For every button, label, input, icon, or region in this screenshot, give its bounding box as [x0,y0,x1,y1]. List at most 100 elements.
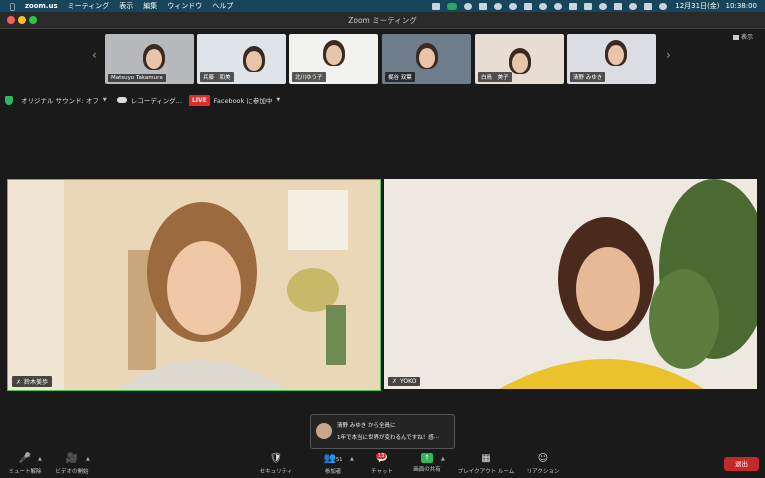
share-screen-icon: ↑ [421,453,433,463]
participant-face [326,45,342,65]
menu-extras: 12月31日(金) 10:38:00 [425,0,757,12]
start-video-label: ビデオの開始 [55,469,89,475]
input-source-icon[interactable] [569,2,578,10]
facebook-live-status[interactable]: Facebook に参加中 [214,95,273,105]
menu-date[interactable]: 12月31日(金) [675,1,719,11]
menu-edit[interactable]: 編集 [143,1,157,11]
play-icon[interactable] [539,2,548,10]
smiley-icon: ☺ [537,453,549,464]
menu-time[interactable]: 10:38:00 [726,2,757,10]
view-label: 表示 [741,34,754,41]
participants-options-caret[interactable]: ▲ [350,456,354,462]
menu-help[interactable]: ヘルプ [212,1,233,11]
breakout-rooms-icon: ▦ [481,453,491,464]
gallery-prev-button[interactable]: ‹ [92,48,97,62]
participant-tile[interactable]: 北川ゆう子 [289,34,378,84]
avatar [316,423,332,439]
participant-name: 鈴木美歩 [24,379,49,386]
participant-name: YOKO [400,378,417,385]
participants-button[interactable]: 👥51 参加者 [316,453,350,475]
participant-face [419,48,435,68]
chevron-up-icon: ▲ [38,456,42,462]
eject-icon[interactable] [614,2,623,10]
mic-off-icon: ✗ [392,378,398,385]
participant-name: 清野 みゆき [570,72,606,82]
participant-tile[interactable]: 白鳥 美子 [475,34,564,84]
live-badge: LIVE [188,94,210,106]
view-button[interactable]: 表示 [733,32,753,41]
window-title-bar: Zoom ミーティング [0,12,765,29]
breakout-rooms-button[interactable]: ▦ ブレイクアウト ルーム [453,453,519,475]
record-icon[interactable] [494,2,503,10]
participant-name: 北川ゆう子 [292,72,326,82]
breakout-rooms-label: ブレイクアウト ルーム [457,469,515,475]
participant-tile[interactable]: 梶谷 双葉 [382,34,471,84]
participant-face [146,49,162,69]
shield-icon[interactable] [5,95,13,105]
meeting-toolbar: 🎤 ミュート解除 ▲ 🎥 ビデオの開始 ▲ 🛡 セキュリティ 👥51 参加者 ▲… [0,450,765,478]
wifi-icon[interactable] [599,2,608,10]
reactions-button[interactable]: ☺ リアクション [523,453,563,475]
chat-unread-badge: 13 [376,453,387,459]
chevron-down-icon[interactable]: ▼ [103,97,107,103]
video-scene [8,180,380,390]
bluetooth-icon[interactable] [554,2,563,10]
chevron-up-icon: ▲ [441,456,445,462]
reactions-label: リアクション [526,469,560,475]
clipboard-icon[interactable] [524,2,533,10]
mac-menu-bar:  zoom.us ミーティング 表示 編集 ウィンドウ ヘルプ 12月31日(… [0,0,765,12]
battery-icon[interactable] [584,2,593,10]
chat-message-preview: 1年で本当に世界が変わるんですね！感··· [337,435,439,441]
mic-off-icon: ✗ [16,379,22,386]
chat-button[interactable]: 💬 13 チャット [366,453,398,475]
chevron-down-icon[interactable]: ▼ [276,97,280,103]
audio-options-caret[interactable]: ▲ [38,456,42,462]
zoom-status-icon[interactable] [447,2,458,10]
participant-tile[interactable]: 兵藤 和美 [197,34,286,84]
chevron-up-icon: ▲ [86,456,90,462]
menu-view[interactable]: 表示 [119,1,133,11]
control-center-icon[interactable] [644,2,653,10]
cloud-recording-icon [116,97,127,103]
video-tile-active-speaker[interactable]: ✗ 鈴木美歩 [7,179,381,391]
chat-notification[interactable]: 清野 みゆき から全員に 1年で本当に世界が変わるんですね！感··· [310,414,455,449]
user-icon[interactable] [659,2,668,10]
shield-icon: 🛡 [269,453,283,464]
participants-label: 参加者 [324,469,342,475]
video-options-caret[interactable]: ▲ [86,456,90,462]
video-scene [384,179,757,389]
menu-window[interactable]: ウィンドウ [167,1,202,11]
participants-count: 51 [336,457,343,463]
video-tile[interactable]: ✗ YOKO [384,179,757,389]
pen-icon[interactable] [479,2,488,10]
window-title: Zoom ミーティング [348,16,417,25]
grid-icon [733,35,739,40]
chevron-up-icon: ▲ [350,456,354,462]
menu-meeting[interactable]: ミーティング [68,1,110,11]
menu-app-name[interactable]: zoom.us [25,2,58,10]
leave-meeting-button[interactable]: 退出 [724,457,759,471]
participant-face [246,51,262,71]
participant-face [512,53,528,73]
participants-icon: 👥51 [323,453,343,464]
unmute-label: ミュート解除 [8,469,42,475]
share-screen-label: 画面の共有 [413,467,441,473]
gallery-next-button[interactable]: › [666,48,671,62]
apple-icon[interactable]:  [10,2,15,11]
participant-name-tag: ✗ 鈴木美歩 [12,376,53,387]
share-options-caret[interactable]: ▲ [441,456,445,462]
security-button[interactable]: 🛡 セキュリティ [255,453,297,475]
security-label: セキュリティ [259,469,293,475]
participant-tile[interactable]: 清野 みゆき [567,34,656,84]
recording-status[interactable]: レコーディング... [131,95,182,105]
cloud-icon[interactable] [464,2,473,10]
share-screen-button[interactable]: ↑ 画面の共有 [410,453,444,473]
participant-tile[interactable]: Matsuyo Takamura [105,34,194,84]
status-icon[interactable] [432,2,441,10]
hat-icon[interactable] [509,2,518,10]
participant-name: 兵藤 和美 [200,72,234,82]
original-sound-toggle[interactable]: オリジナル サウンド: オフ [21,95,99,105]
participant-name-tag: ✗ YOKO [388,377,421,386]
search-icon[interactable] [629,2,638,10]
chat-sender: 清野 みゆき から全員に [337,423,396,429]
